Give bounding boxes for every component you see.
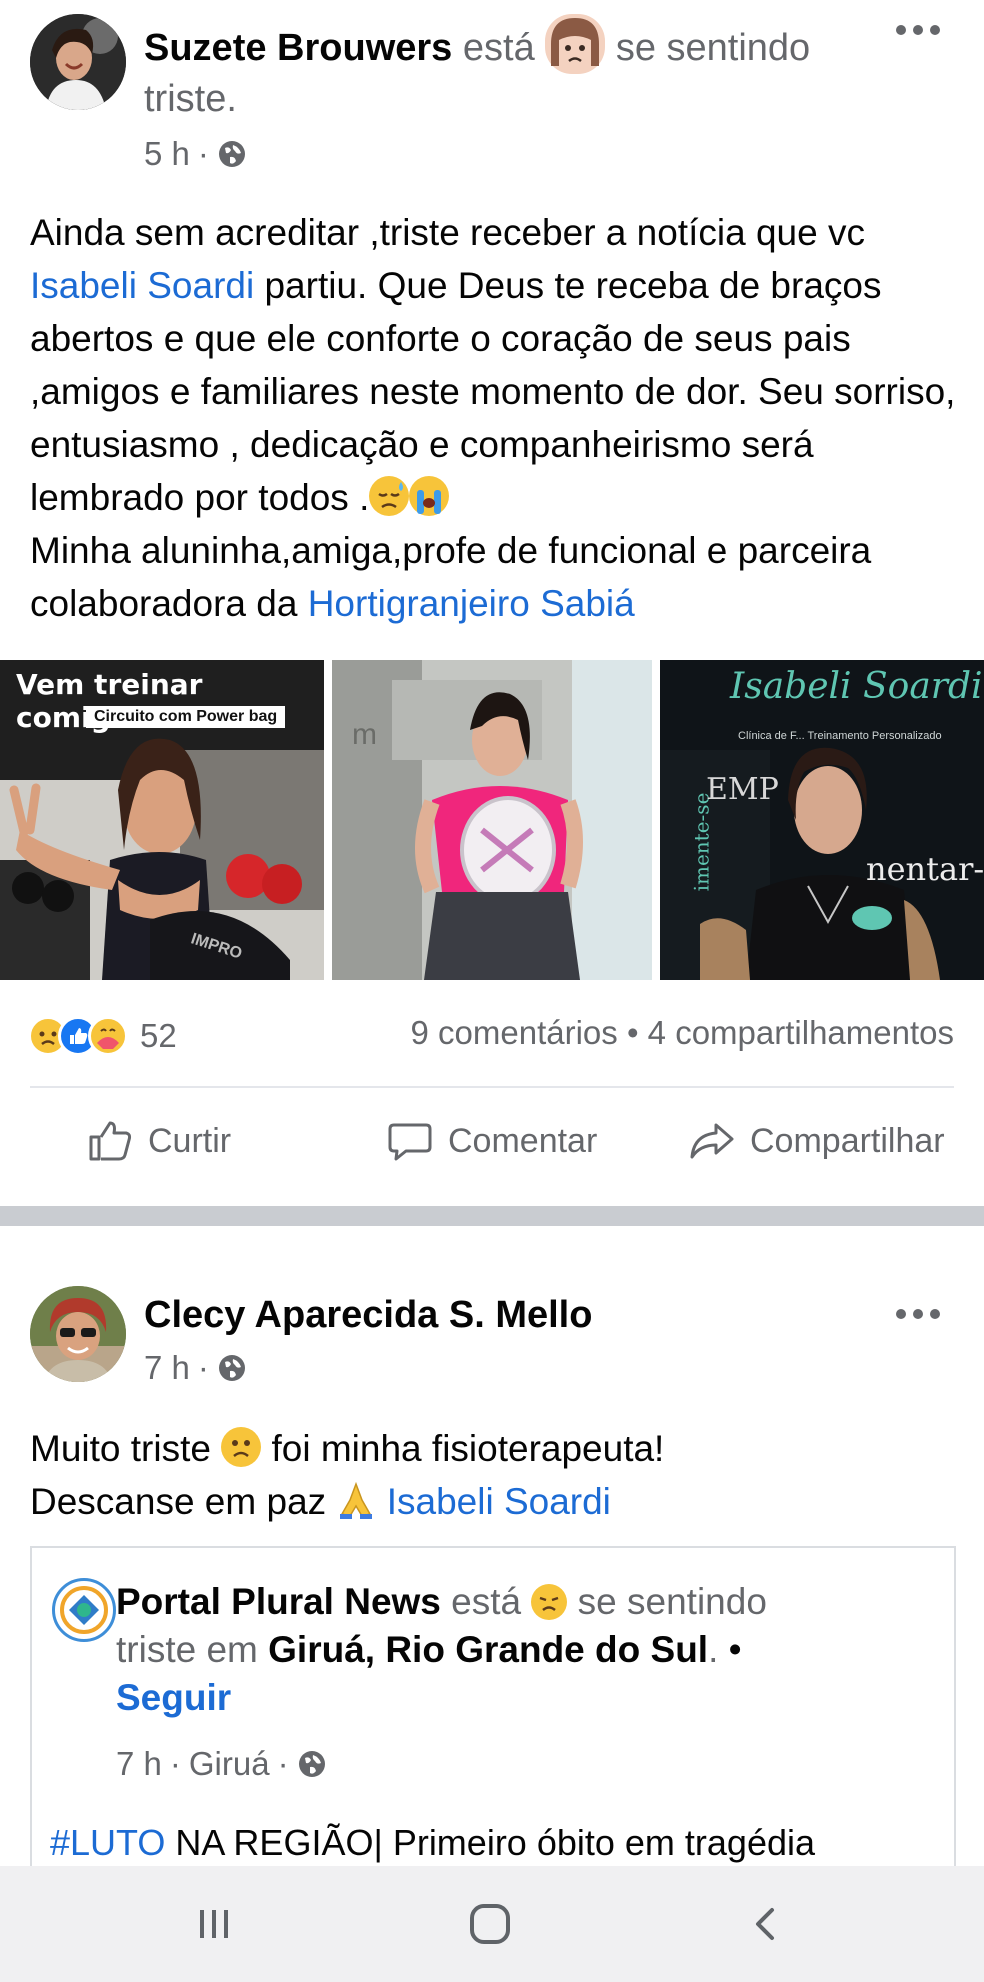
back-button[interactable] — [726, 1894, 806, 1954]
follow-button[interactable]: Seguir — [116, 1677, 231, 1718]
photo1-badge: Circuito com Power bag — [86, 706, 286, 728]
comment-bubble-icon — [388, 1123, 432, 1161]
page-avatar[interactable] — [52, 1578, 116, 1642]
globe-icon — [218, 141, 245, 167]
photo3-sub: Clínica de F... Treinamento Personalizad… — [738, 730, 942, 742]
photo-1[interactable]: Vem treinar comigo Circuito com Power ba… — [0, 660, 324, 980]
post-text-part: foi minha fisioterapeuta! — [271, 1428, 665, 1469]
meta-separator: · — [197, 1349, 209, 1386]
shared-meta-sep: · — [277, 1745, 289, 1782]
comments-count[interactable]: 9 comentários — [411, 1014, 618, 1051]
sad-face-emoji-icon — [545, 14, 606, 74]
comment-label: Comentar — [448, 1121, 598, 1160]
post-text-part: Descanse em paz — [30, 1481, 327, 1522]
thumbs-up-icon — [89, 1121, 132, 1161]
post-meta: 7 h · — [144, 1348, 247, 1388]
care-reaction-icon — [88, 1016, 128, 1056]
post-header-text: Suzete Brouwers está se sentindo triste. — [144, 14, 884, 124]
shared-header-text: Portal Plural News está se sentindo tris… — [116, 1578, 916, 1722]
more-options-icon[interactable] — [896, 20, 940, 40]
photo3-sign: Isabeli Soardi — [730, 666, 983, 707]
photo-3[interactable]: Isabeli Soardi Clínica de F... Treinamen… — [660, 660, 984, 980]
author-avatar[interactable] — [30, 1286, 126, 1382]
shared-body: #LUTO NA REGIÃO| Primeiro óbito em tragé… — [50, 1816, 950, 1869]
photo3-wall-text-1: EMP — [706, 772, 779, 807]
post-card: Suzete Brouwers está se sentindo triste.… — [0, 0, 984, 1206]
post-header-text: Clecy Aparecida S. Mello — [144, 1290, 884, 1340]
post-card: Clecy Aparecida S. Mello 7 h · Muito tri… — [0, 1226, 984, 1886]
share-label: Compartilhar — [750, 1121, 945, 1160]
shared-meta-sep: · — [169, 1745, 181, 1782]
shared-post[interactable]: Portal Plural News está se sentindo tris… — [30, 1546, 956, 1886]
mention-link[interactable]: Isabeli Soardi — [30, 265, 254, 306]
shared-feeling-word: triste em — [116, 1629, 258, 1670]
like-label: Curtir — [148, 1121, 232, 1160]
feeling-label: se sentindo — [615, 27, 811, 69]
home-button[interactable] — [450, 1894, 530, 1954]
reactions-summary[interactable]: 52 — [28, 1012, 177, 1060]
post-actions: Curtir Comentar Compartilhar — [0, 1110, 984, 1172]
photo3-side-text: imente-se — [689, 792, 714, 892]
shared-place[interactable]: Giruá — [189, 1744, 270, 1784]
sad-emoji-icon — [531, 1584, 568, 1620]
divider — [30, 1086, 954, 1088]
photo3-wall-text-2: nentar- — [866, 850, 984, 888]
feed-separator — [0, 1206, 984, 1226]
recent-apps-button[interactable] — [174, 1894, 254, 1954]
shared-time[interactable]: 7 h — [116, 1744, 162, 1784]
author-name[interactable]: Clecy Aparecida S. Mello — [144, 1294, 592, 1336]
stats-dot: • — [626, 1014, 639, 1051]
hashtag-link[interactable]: #LUTO — [50, 1822, 165, 1863]
post-meta: 5 h · — [144, 134, 247, 174]
page-mention-link[interactable]: Hortigranjeiro Sabiá — [308, 583, 635, 624]
comment-button[interactable]: Comentar — [386, 1110, 597, 1172]
globe-icon — [298, 1751, 325, 1777]
engagement-stats: 9 comentários • 4 compartilhamentos — [411, 1014, 955, 1052]
recent-apps-icon — [200, 1910, 228, 1938]
author-name[interactable]: Suzete Brouwers — [144, 27, 452, 69]
photo2-wall-text: m — [352, 718, 377, 751]
feeling-verb: está — [462, 27, 535, 69]
crying-emoji-icon — [409, 476, 450, 516]
feeling-word: triste. — [144, 78, 237, 120]
share-button[interactable]: Compartilhar — [688, 1110, 945, 1172]
post-time[interactable]: 7 h — [144, 1348, 190, 1388]
shared-verb: está — [451, 1581, 522, 1622]
system-navigation-bar — [0, 1866, 984, 1982]
share-arrow-icon — [690, 1123, 734, 1159]
photo-grid: Vem treinar comigo Circuito com Power ba… — [0, 660, 984, 980]
shared-meta: 7 h · Giruá · — [116, 1744, 327, 1784]
sad-sweat-emoji-icon — [369, 476, 410, 516]
reactions-count: 52 — [140, 1017, 177, 1054]
globe-icon — [218, 1355, 245, 1381]
like-button[interactable]: Curtir — [86, 1110, 231, 1172]
bullet-separator: • — [728, 1629, 742, 1670]
post-time[interactable]: 5 h — [144, 134, 190, 174]
meta-separator: · — [197, 135, 209, 172]
post-text-part: Muito triste — [30, 1428, 211, 1469]
praying-hands-emoji-icon — [336, 1480, 376, 1520]
frowning-emoji-icon — [221, 1427, 262, 1467]
author-avatar[interactable] — [30, 14, 126, 110]
post-body: Muito triste foi minha fisioterapeuta! D… — [30, 1422, 960, 1528]
post-text-part: Ainda sem acreditar ,triste receber a no… — [30, 212, 865, 253]
location-link[interactable]: Giruá, Rio Grande do Sul — [268, 1629, 708, 1670]
shared-feeling: se sentindo — [577, 1581, 767, 1622]
post-body: Ainda sem acreditar ,triste receber a no… — [30, 206, 960, 630]
photo-2[interactable]: m — [332, 660, 652, 980]
mention-link[interactable]: Isabeli Soardi — [387, 1481, 611, 1522]
location-period: . — [708, 1629, 719, 1670]
page-name[interactable]: Portal Plural News — [116, 1581, 441, 1622]
shares-count[interactable]: 4 compartilhamentos — [648, 1014, 954, 1051]
back-icon — [756, 1908, 774, 1940]
home-icon — [470, 1904, 510, 1944]
more-options-icon[interactable] — [896, 1304, 940, 1324]
shared-headline: NA REGIÃO| Primeiro óbito em tragédia — [175, 1822, 816, 1863]
